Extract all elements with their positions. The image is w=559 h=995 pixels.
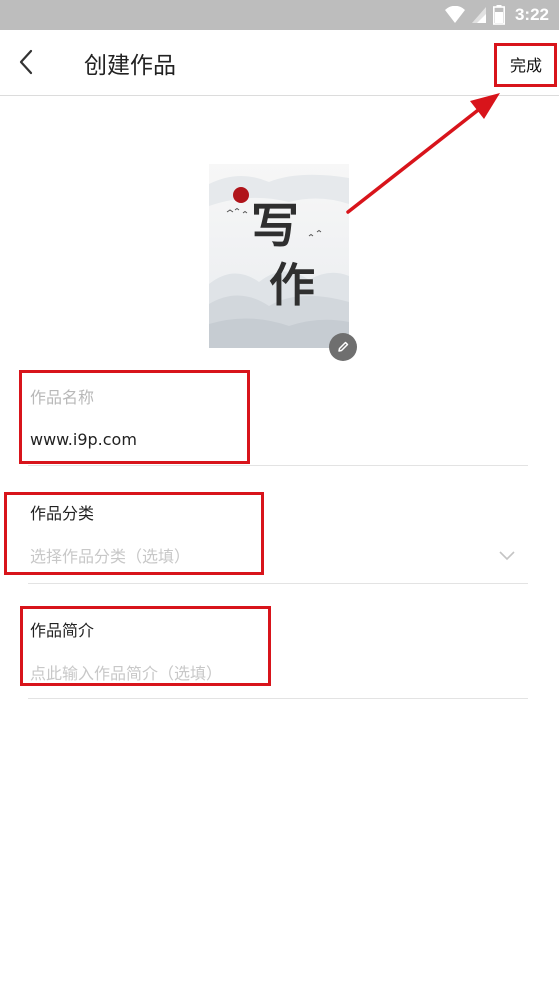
wifi-icon: [444, 6, 465, 23]
signal-icon: [471, 7, 486, 23]
chevron-down-icon: [499, 551, 515, 561]
divider: [28, 465, 528, 466]
annotation-box: [494, 43, 557, 87]
app-bar: 创建作品 完成: [0, 30, 559, 96]
status-icons: 3:22: [444, 5, 549, 25]
annotation-box: [19, 370, 250, 464]
divider: [28, 698, 528, 699]
cover-title-char: 作: [269, 258, 315, 312]
cover-image[interactable]: 写 作: [209, 164, 349, 348]
category-dropdown-toggle[interactable]: [498, 548, 516, 562]
cover-artwork: [209, 164, 349, 348]
back-button[interactable]: [12, 44, 46, 80]
page-title: 创建作品: [84, 53, 176, 79]
battery-icon: [492, 5, 505, 25]
cover-title-char: 写: [251, 198, 300, 254]
annotation-box: [4, 492, 264, 575]
status-time: 3:22: [514, 5, 549, 24]
pencil-icon: [338, 341, 349, 352]
annotation-box: [20, 606, 271, 686]
edit-cover-button[interactable]: [329, 333, 357, 361]
divider: [28, 583, 528, 584]
back-arrow-icon: [19, 49, 33, 75]
status-bar: 3:22: [0, 0, 559, 30]
sun-mark: [233, 187, 249, 203]
